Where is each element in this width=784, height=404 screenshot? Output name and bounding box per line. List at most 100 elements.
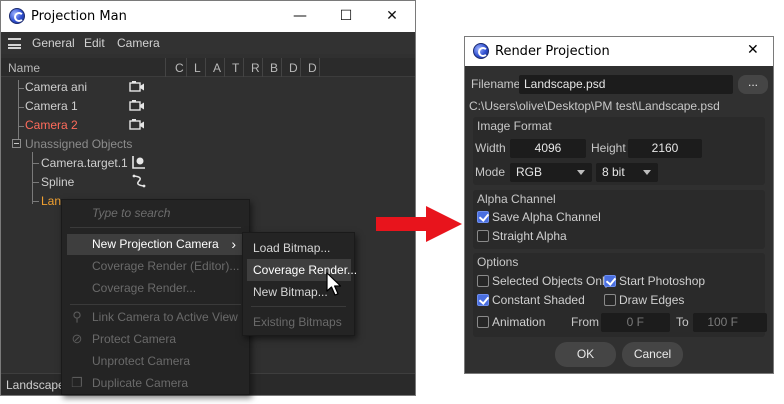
menu-item-coverage-render-editor[interactable]: Coverage Render (Editor)...	[62, 256, 249, 277]
red-arrow-icon	[376, 206, 462, 242]
camera-icon	[129, 100, 144, 111]
menu-item-new-projection-camera[interactable]: New Projection Camera ›	[67, 234, 244, 255]
mode-label: Mode	[475, 165, 506, 179]
tree-item-unassigned-objects[interactable]: Unassigned Objects	[25, 135, 132, 153]
context-search-placeholder[interactable]: Type to search	[92, 206, 170, 220]
to-label: To	[676, 315, 689, 329]
ok-button[interactable]: OK	[555, 342, 616, 367]
menu-item-protect-camera[interactable]: ⊘ Protect Camera	[62, 329, 249, 350]
dialog-titlebar: Render Projection ✕	[465, 37, 773, 66]
menu-item-unprotect-camera[interactable]: Unprotect Camera	[62, 351, 249, 372]
menu-item-label: Unprotect Camera	[92, 354, 191, 368]
height-label: Height	[591, 141, 626, 155]
menu-item-link-camera[interactable]: ⚲ Link Camera to Active View	[62, 307, 249, 328]
straight-alpha-checkbox[interactable]	[477, 230, 489, 242]
save-alpha-checkbox[interactable]	[477, 211, 489, 223]
start-photoshop-checkbox[interactable]	[604, 275, 616, 287]
collapse-box-icon[interactable]	[12, 139, 21, 148]
maximize-button[interactable]: ☐	[323, 1, 369, 32]
menu-camera[interactable]: Camera	[117, 36, 160, 50]
constant-shaded-checkbox[interactable]	[477, 294, 489, 306]
submenu-item-existing-bitmaps[interactable]: Existing Bitmaps	[243, 311, 354, 333]
menu-item-label: Coverage Render...	[92, 281, 197, 295]
submenu-item-label: New Bitmap...	[253, 285, 328, 299]
header-col-d2[interactable]: D	[308, 61, 317, 75]
mouse-cursor-icon	[326, 272, 342, 296]
tree-item-label: Unassigned Objects	[25, 137, 133, 151]
to-field[interactable]: 100 F	[693, 313, 767, 332]
header-name[interactable]: Name	[8, 61, 40, 75]
dialog-title: Render Projection	[495, 44, 610, 59]
filename-field[interactable]: Landscape.psd	[519, 75, 733, 94]
header-col-l[interactable]: L	[194, 61, 201, 75]
file-path: C:\Users\olive\Desktop\PM test\Landscape…	[469, 99, 720, 113]
header-col-r[interactable]: R	[251, 61, 260, 75]
tree-item-label: Spline	[41, 175, 75, 189]
tree-item-camera-target[interactable]: Camera.target.1	[41, 154, 128, 172]
minimize-button[interactable]: —	[277, 1, 323, 32]
menu-item-coverage-render[interactable]: Coverage Render...	[62, 278, 249, 299]
submenu-item-label: Existing Bitmaps	[253, 315, 342, 329]
camera-icon	[129, 119, 144, 130]
camera-icon	[129, 81, 144, 92]
mode-select[interactable]: RGB	[510, 163, 592, 182]
menu-item-label: Protect Camera	[92, 332, 177, 346]
menu-general[interactable]: General	[32, 36, 75, 50]
cinema4d-logo-icon	[9, 8, 25, 24]
menu-item-label: Duplicate Camera	[92, 376, 189, 390]
cinema4d-logo-icon	[473, 43, 489, 59]
spline-icon	[132, 174, 146, 188]
hamburger-menu-icon[interactable]	[8, 38, 21, 49]
header-col-c[interactable]: C	[175, 61, 184, 75]
submenu-item-load-bitmap[interactable]: Load Bitmap...	[243, 237, 354, 259]
tree-item-camera-ani[interactable]: Camera ani	[25, 78, 87, 96]
window-titlebar: Projection Man — ☐ ✕	[1, 1, 415, 32]
protect-icon: ⊘	[71, 331, 83, 346]
header-col-t[interactable]: T	[232, 61, 239, 75]
tree-item-camera-2[interactable]: Camera 2	[25, 116, 78, 134]
submenu-item-label: Load Bitmap...	[253, 241, 331, 255]
straight-alpha-label: Straight Alpha	[492, 229, 567, 243]
window-title: Projection Man	[31, 9, 127, 24]
menu-item-label: Link Camera to Active View	[92, 310, 238, 324]
header-col-a[interactable]: A	[213, 61, 221, 75]
save-alpha-label: Save Alpha Channel	[492, 210, 601, 224]
bit-depth-select[interactable]: 8 bit	[596, 163, 658, 182]
tree-item-label: Camera.target.1	[41, 156, 128, 170]
menu-item-duplicate-camera[interactable]: ❐ Duplicate Camera	[62, 373, 249, 394]
header-col-d1[interactable]: D	[289, 61, 298, 75]
width-label: Width	[475, 141, 506, 155]
alpha-channel-heading: Alpha Channel	[477, 192, 556, 206]
browse-button[interactable]: ...	[738, 75, 768, 94]
menu-item-label: Coverage Render (Editor)...	[92, 259, 240, 273]
tree-item-label: Lan	[41, 194, 62, 208]
close-button[interactable]: ✕	[369, 1, 415, 32]
submenu-chevron-icon: ›	[231, 236, 236, 252]
render-projection-dialog: Render Projection ✕ Filename Landscape.p…	[464, 36, 774, 374]
menu-edit[interactable]: Edit	[84, 36, 105, 50]
tree-item-landscape[interactable]: Lan	[41, 192, 61, 210]
tree-item-label: Camera 2	[25, 118, 78, 132]
image-format-heading: Image Format	[477, 119, 552, 133]
width-field[interactable]: 4096	[510, 139, 586, 158]
draw-edges-checkbox[interactable]	[604, 294, 616, 306]
context-menu: Type to search New Projection Camera › C…	[61, 199, 250, 395]
dialog-close-button[interactable]: ✕	[747, 42, 759, 58]
cancel-button[interactable]: Cancel	[622, 342, 683, 367]
options-heading: Options	[477, 255, 519, 269]
draw-edges-label: Draw Edges	[619, 293, 685, 307]
status-text: Landscape	[6, 378, 65, 392]
tree-item-label: Camera ani	[25, 80, 88, 94]
menu-bar: General Edit Camera	[1, 32, 415, 54]
tree-item-spline[interactable]: Spline	[41, 173, 74, 191]
selected-only-checkbox[interactable]	[477, 275, 489, 287]
menu-item-label: New Projection Camera	[92, 237, 219, 251]
selected-only-label: Selected Objects Only	[492, 274, 611, 288]
height-field[interactable]: 2160	[628, 139, 702, 158]
from-field[interactable]: 0 F	[601, 313, 670, 332]
start-photoshop-label: Start Photoshop	[619, 274, 706, 288]
tree-item-camera-1[interactable]: Camera 1	[25, 97, 78, 115]
duplicate-icon: ❐	[71, 375, 83, 390]
header-col-b[interactable]: B	[270, 61, 278, 75]
animation-checkbox[interactable]	[477, 316, 489, 328]
